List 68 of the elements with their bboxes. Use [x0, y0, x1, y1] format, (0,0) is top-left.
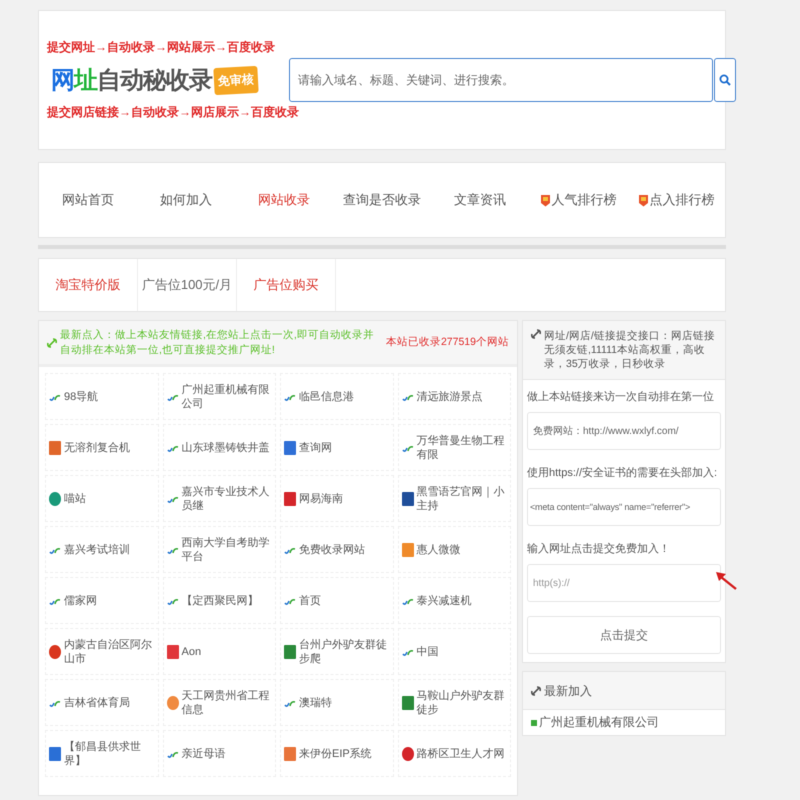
nav-link[interactable]: 网站收录: [235, 191, 333, 209]
site-link[interactable]: 路桥区卫生人才网: [398, 730, 511, 777]
site-link[interactable]: 台州户外驴友群徒步爬: [280, 628, 394, 675]
site-link[interactable]: 内蒙古自治区阿尔山市: [45, 628, 158, 675]
site-link[interactable]: 【郁昌县供求世界】: [45, 730, 158, 777]
site-link[interactable]: 查询网: [280, 424, 394, 471]
instruction-text: 使用https://安全证书的需要在头部加入:: [527, 466, 718, 480]
site-link[interactable]: 嘉兴市专业技术人员继: [162, 475, 276, 522]
site-link[interactable]: 【定西聚民网】: [162, 577, 276, 624]
medal-icon: [540, 194, 550, 206]
instruction-text: 输入网址点击提交免费加入！: [527, 542, 671, 556]
panel-title: 最新加入: [544, 684, 592, 698]
site-link[interactable]: 儒家网: [45, 577, 158, 624]
logo-text: 网址自动秘收录: [51, 66, 212, 96]
url-input-field[interactable]: http(s)://: [527, 564, 721, 602]
site-link[interactable]: 来伊份EIP系统: [280, 730, 394, 777]
nav-link[interactable]: 如何加入: [137, 191, 235, 209]
site-link[interactable]: 黑雪语艺官网｜小主持: [398, 475, 511, 522]
search-icon: [719, 74, 731, 86]
site-link[interactable]: 吉林省体育局: [45, 679, 158, 726]
site-link[interactable]: 清远旅游景点: [398, 373, 511, 420]
link-code-field[interactable]: 免费网站：http://www.wxlyf.com/: [527, 412, 721, 450]
site-link[interactable]: 惠人微微: [398, 526, 511, 573]
site-link[interactable]: 网易海南: [280, 475, 394, 522]
pointer-arrow-icon: [715, 570, 737, 590]
site-link[interactable]: 98导航: [45, 373, 158, 420]
link-icon: [47, 338, 57, 348]
slogan-text: 提交网址→自动收录→网站展示→百度收录: [47, 39, 275, 56]
nav-link[interactable]: 文章资讯: [431, 191, 529, 209]
site-link[interactable]: 中国: [398, 628, 511, 675]
submit-button[interactable]: 点击提交: [527, 616, 721, 654]
site-link[interactable]: 万华普曼生物工程有限: [398, 424, 511, 471]
medal-icon: [638, 194, 648, 206]
slogan-text: 提交网店链接→自动收录→网店展示→百度收录: [47, 104, 299, 121]
site-link[interactable]: 免费收录网站: [280, 526, 394, 573]
site-link[interactable]: 广州起重机械有限公司: [162, 373, 276, 420]
site-link[interactable]: 山东球墨铸铁井盖: [162, 424, 276, 471]
site-link[interactable]: 临邑信息港: [280, 373, 394, 420]
search-button[interactable]: [714, 58, 736, 102]
nav-link[interactable]: 点入排行榜: [627, 191, 725, 209]
site-count: 本站已收录277519个网站: [386, 335, 509, 350]
site-link[interactable]: 马鞍山户外驴友群徒步: [398, 679, 511, 726]
site-link[interactable]: 泰兴减速机: [398, 577, 511, 624]
site-link[interactable]: Aon: [162, 628, 276, 675]
logo-badge: 免审核: [213, 65, 259, 95]
site-link[interactable]: 无溶剂复合机: [45, 424, 158, 471]
site-link[interactable]: 喵站: [45, 475, 158, 522]
link-icon: [531, 686, 541, 696]
nav-link[interactable]: 人气排行榜: [529, 191, 627, 209]
instruction-text: 做上本站链接来访一次自动排在第一位: [527, 390, 715, 404]
link-icon: [531, 329, 541, 339]
ad-link[interactable]: 广告位购买: [237, 259, 336, 311]
site-link[interactable]: 嘉兴考试培训: [45, 526, 158, 573]
meta-code-field[interactable]: <meta content="always" name="referrer">: [527, 488, 721, 526]
ad-link[interactable]: 淘宝特价版: [39, 259, 138, 311]
panel-title: 网址/网店/链接提交接口：网店链接无须友链,11111本站高权重，高收录，35万收录，日秒收录: [544, 329, 716, 371]
site-link[interactable]: 首页: [280, 577, 394, 624]
ad-link[interactable]: 广告位100元/月: [138, 259, 237, 311]
nav-link[interactable]: 查询是否收录: [333, 191, 431, 209]
nav-link[interactable]: 网站首页: [39, 191, 137, 209]
site-link[interactable]: 西南大学自考助学平台: [162, 526, 276, 573]
notice-text: 最新点入：做上本站友情链接,在您站上点击一次,即可自动收录并自动排在本站第一位,也可直接提交推广网址!: [60, 328, 375, 358]
site-link[interactable]: 亲近母语: [162, 730, 276, 777]
latest-link[interactable]: 广州起重机械有限公司: [523, 710, 725, 735]
site-link[interactable]: 天工网贵州省工程信息: [162, 679, 276, 726]
square-icon: [531, 720, 537, 726]
search-field[interactable]: 请输入域名、标题、关键词、进行搜索。: [289, 58, 713, 102]
site-link[interactable]: 澳瑞特: [280, 679, 394, 726]
